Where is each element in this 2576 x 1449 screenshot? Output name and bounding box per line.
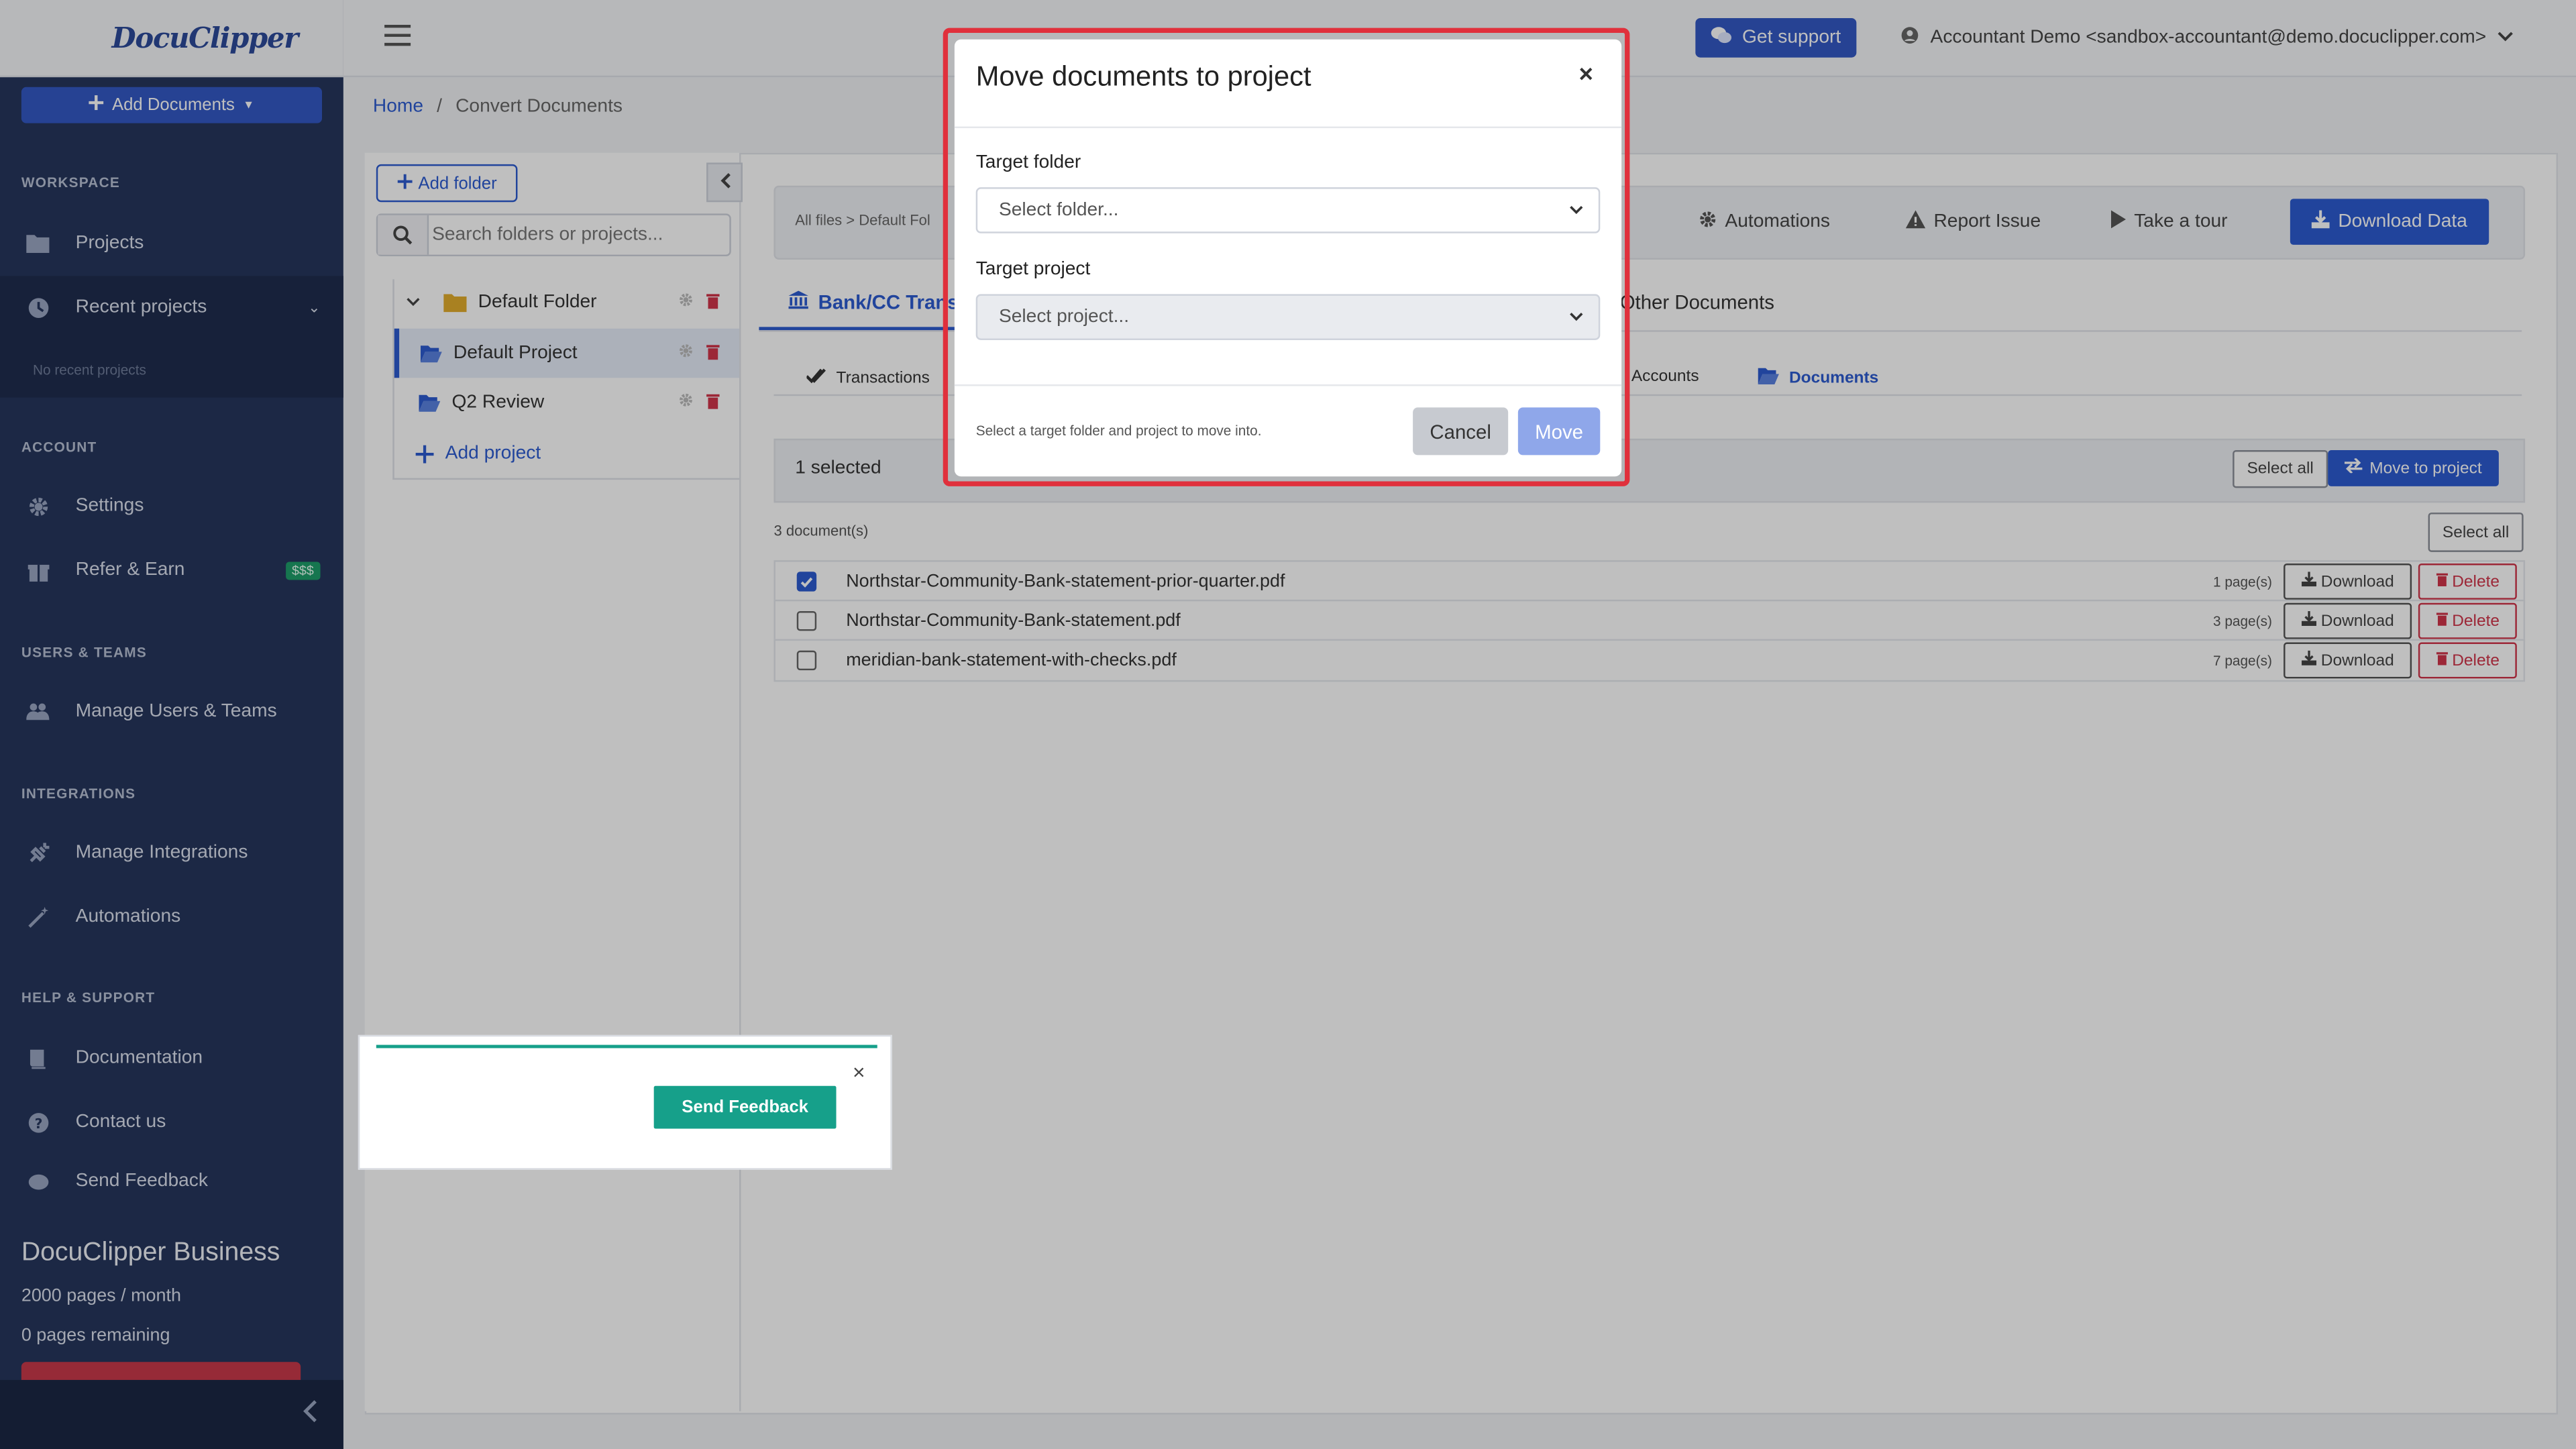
modal-close-button[interactable]: × <box>1578 61 1593 89</box>
target-folder-value: Select folder... <box>998 200 1119 221</box>
move-button[interactable]: Move <box>1517 407 1601 455</box>
feedback-accent-line <box>376 1044 877 1049</box>
chevron-down-icon <box>1569 312 1584 322</box>
modal-header-divider <box>954 126 1622 129</box>
app-root: DocuClipper Add Documents ▼ WORKSPACE Pr… <box>0 0 2576 1449</box>
target-project-select[interactable]: Select project... <box>975 294 1601 340</box>
modal-footer-divider <box>954 384 1622 386</box>
feedback-close-button[interactable]: × <box>853 1060 865 1085</box>
chevron-down-icon <box>1569 205 1584 215</box>
modal-title: Move documents to project <box>975 60 1311 93</box>
move-documents-modal: Move documents to project × Target folde… <box>954 39 1622 477</box>
target-project-value: Select project... <box>998 307 1130 327</box>
cancel-button[interactable]: Cancel <box>1413 407 1509 455</box>
feedback-widget: × Send Feedback <box>358 1034 892 1170</box>
send-feedback-button[interactable]: Send Feedback <box>653 1085 837 1129</box>
target-folder-select[interactable]: Select folder... <box>975 187 1601 233</box>
modal-hint: Select a target folder and project to mo… <box>975 422 1262 439</box>
target-project-label: Target project <box>975 259 1091 280</box>
target-folder-label: Target folder <box>975 152 1081 173</box>
